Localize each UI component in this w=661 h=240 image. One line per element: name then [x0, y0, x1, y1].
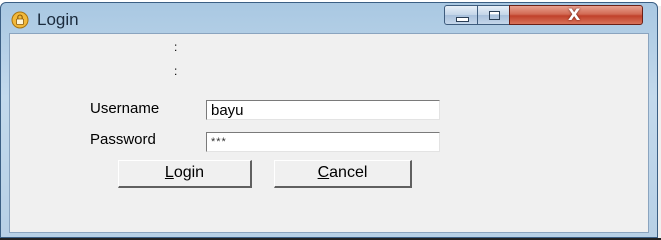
close-icon: X — [568, 5, 581, 24]
login-button[interactable]: Login — [118, 160, 252, 188]
minimize-icon — [456, 17, 469, 22]
username-field[interactable]: bayu — [206, 100, 440, 120]
colon-label: : — [174, 40, 178, 54]
minimize-button[interactable] — [444, 5, 478, 25]
maximize-button[interactable] — [477, 5, 510, 25]
title-bar[interactable]: Login X — [1, 3, 657, 33]
cancel-button-label: Cancel — [317, 164, 368, 181]
login-form: : : Username bayu Password *** Login Can… — [9, 33, 649, 233]
password-field[interactable]: *** — [206, 132, 440, 152]
colon-label: : — [174, 64, 178, 78]
close-button[interactable]: X — [509, 5, 643, 25]
login-button-label: Login — [164, 164, 205, 181]
cancel-button[interactable]: Cancel — [274, 160, 412, 188]
window-title: Login — [37, 10, 79, 29]
username-label: Username — [90, 100, 160, 117]
lock-icon — [11, 11, 29, 29]
maximize-icon — [489, 11, 500, 20]
password-label: Password — [90, 131, 156, 148]
login-window: Login X : : Username bayu Password *** L… — [0, 2, 658, 238]
